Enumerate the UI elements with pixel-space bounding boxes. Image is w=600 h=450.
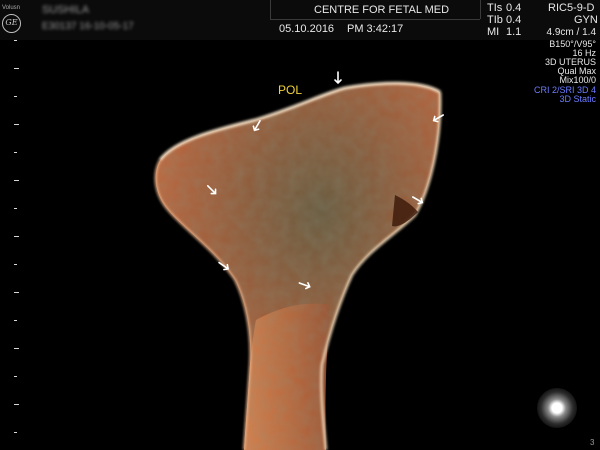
arrow-icon — [334, 71, 342, 85]
orientation-sphere-icon — [537, 388, 577, 428]
pol-annotation: POL — [278, 83, 303, 97]
uterus-3d-render — [154, 71, 444, 450]
corner-marker: 3 — [590, 438, 595, 447]
